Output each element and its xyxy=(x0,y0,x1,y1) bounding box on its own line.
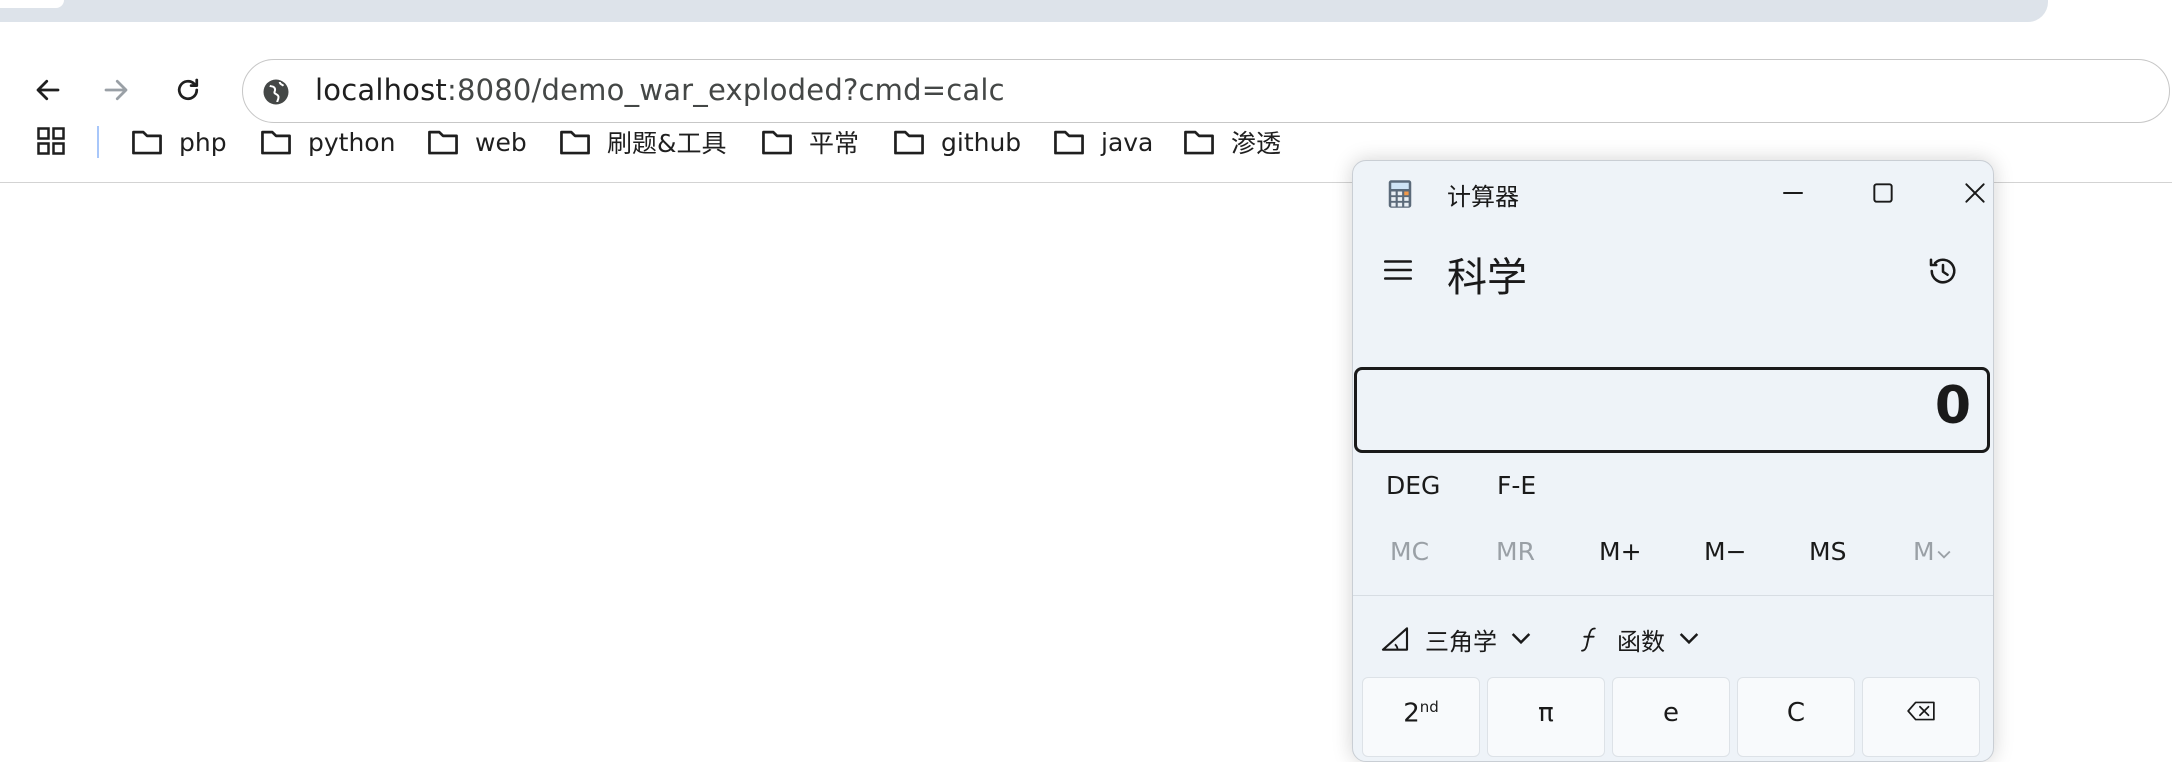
folder-icon xyxy=(894,130,924,155)
bookmark-label: web xyxy=(475,127,527,157)
folder-icon xyxy=(560,130,590,155)
bookmark-folder-daily[interactable]: 平常 xyxy=(761,124,859,160)
folder-icon xyxy=(132,130,162,155)
close-icon xyxy=(1965,183,1985,203)
memory-add-button[interactable]: M+ xyxy=(1599,537,1642,566)
maximize-icon xyxy=(1873,183,1893,203)
maximize-button[interactable] xyxy=(1853,171,1913,215)
tab-strip-background xyxy=(0,0,2048,22)
calculator-window: 计算器 科学 0 DEG F-E MC MR M+ M− MS M 三角学 函数… xyxy=(1352,160,1994,762)
folder-icon xyxy=(1184,130,1214,155)
function-f-icon xyxy=(1581,627,1596,652)
bookmark-folder-github[interactable]: github xyxy=(893,124,1021,160)
function-dropdown[interactable]: 函数 xyxy=(1575,619,1699,659)
back-button[interactable] xyxy=(26,68,70,112)
url-path: :8080/demo_war_exploded?cmd=calc xyxy=(446,73,1005,107)
url-text[interactable]: localhost:8080/demo_war_exploded?cmd=cal… xyxy=(315,73,1005,107)
url-host: localhost xyxy=(315,73,447,107)
minimize-icon xyxy=(1783,192,1803,194)
memory-subtract-button[interactable]: M− xyxy=(1704,537,1747,566)
active-tab-edge[interactable] xyxy=(0,0,64,8)
backspace-icon xyxy=(1907,701,1935,721)
folder-icon xyxy=(261,130,291,155)
calculator-title-bar[interactable]: 计算器 xyxy=(1353,161,1993,225)
chevron-down-icon xyxy=(1937,550,1951,559)
euler-button[interactable]: e xyxy=(1612,677,1730,757)
memory-clear-button[interactable]: MC xyxy=(1390,537,1429,566)
reload-button[interactable] xyxy=(166,68,210,112)
memory-store-button[interactable]: MS xyxy=(1809,537,1846,566)
clear-button[interactable]: C xyxy=(1737,677,1855,757)
angle-unit-button[interactable]: DEG xyxy=(1386,471,1440,500)
minimize-button[interactable] xyxy=(1763,171,1823,215)
bookmark-folder-java[interactable]: java xyxy=(1053,124,1153,160)
function-label: 函数 xyxy=(1617,627,1665,656)
calculator-display: 0 xyxy=(1354,367,1990,453)
fe-toggle-button[interactable]: F-E xyxy=(1497,471,1536,500)
bookmark-folder-web[interactable]: web xyxy=(427,124,527,160)
triangle-icon xyxy=(1381,627,1409,651)
calculator-divider xyxy=(1353,595,1993,596)
second-sup: nd xyxy=(1419,698,1439,716)
bookmarks-separator xyxy=(97,126,99,158)
reload-icon xyxy=(177,78,199,101)
bookmark-label: 刷题&工具 xyxy=(607,129,727,158)
history-icon[interactable] xyxy=(1925,253,1961,289)
memory-list-button[interactable]: M xyxy=(1913,537,1951,566)
navigation-menu-icon[interactable] xyxy=(1381,253,1415,287)
forward-button[interactable] xyxy=(94,68,138,112)
memory-recall-button[interactable]: MR xyxy=(1496,537,1535,566)
folder-icon xyxy=(762,130,792,155)
second-function-button[interactable]: 2nd xyxy=(1362,677,1480,757)
bookmark-folder-tools[interactable]: 刷题&工具 xyxy=(559,124,727,160)
display-value: 0 xyxy=(1934,376,1971,436)
chevron-down-icon xyxy=(1679,633,1699,645)
arrow-left-icon xyxy=(36,79,60,101)
bookmark-label: java xyxy=(1101,127,1154,157)
second-label: 2 xyxy=(1403,698,1420,729)
folder-icon xyxy=(428,130,458,155)
backspace-button[interactable] xyxy=(1862,677,1980,757)
calculator-app-icon xyxy=(1388,180,1412,208)
bookmark-folder-python[interactable]: python xyxy=(260,124,395,160)
trigonometry-label: 三角学 xyxy=(1425,627,1497,656)
bookmark-label: 平常 xyxy=(809,129,860,158)
bookmark-folder-pentest[interactable]: 渗透 xyxy=(1183,124,1281,160)
pi-button[interactable]: π xyxy=(1487,677,1605,757)
calculator-title: 计算器 xyxy=(1447,183,1519,211)
address-bar[interactable]: localhost:8080/demo_war_exploded?cmd=cal… xyxy=(242,59,2170,123)
apps-grid-icon[interactable] xyxy=(36,126,66,156)
bookmark-label: php xyxy=(179,127,227,157)
close-button[interactable] xyxy=(1945,171,1993,215)
chevron-down-icon xyxy=(1511,633,1531,645)
bookmark-label: 渗透 xyxy=(1231,129,1282,158)
arrow-right-icon xyxy=(104,79,128,101)
trigonometry-dropdown[interactable]: 三角学 xyxy=(1379,619,1531,659)
memory-list-label: M xyxy=(1913,537,1935,566)
bookmark-label: github xyxy=(941,127,1022,157)
bookmark-label: python xyxy=(308,127,396,157)
folder-icon xyxy=(1054,130,1084,155)
calculator-mode-title: 科学 xyxy=(1447,255,1527,301)
bookmark-folder-php[interactable]: php xyxy=(131,124,227,160)
globe-icon[interactable] xyxy=(261,77,291,107)
tab-strip xyxy=(0,0,2172,24)
